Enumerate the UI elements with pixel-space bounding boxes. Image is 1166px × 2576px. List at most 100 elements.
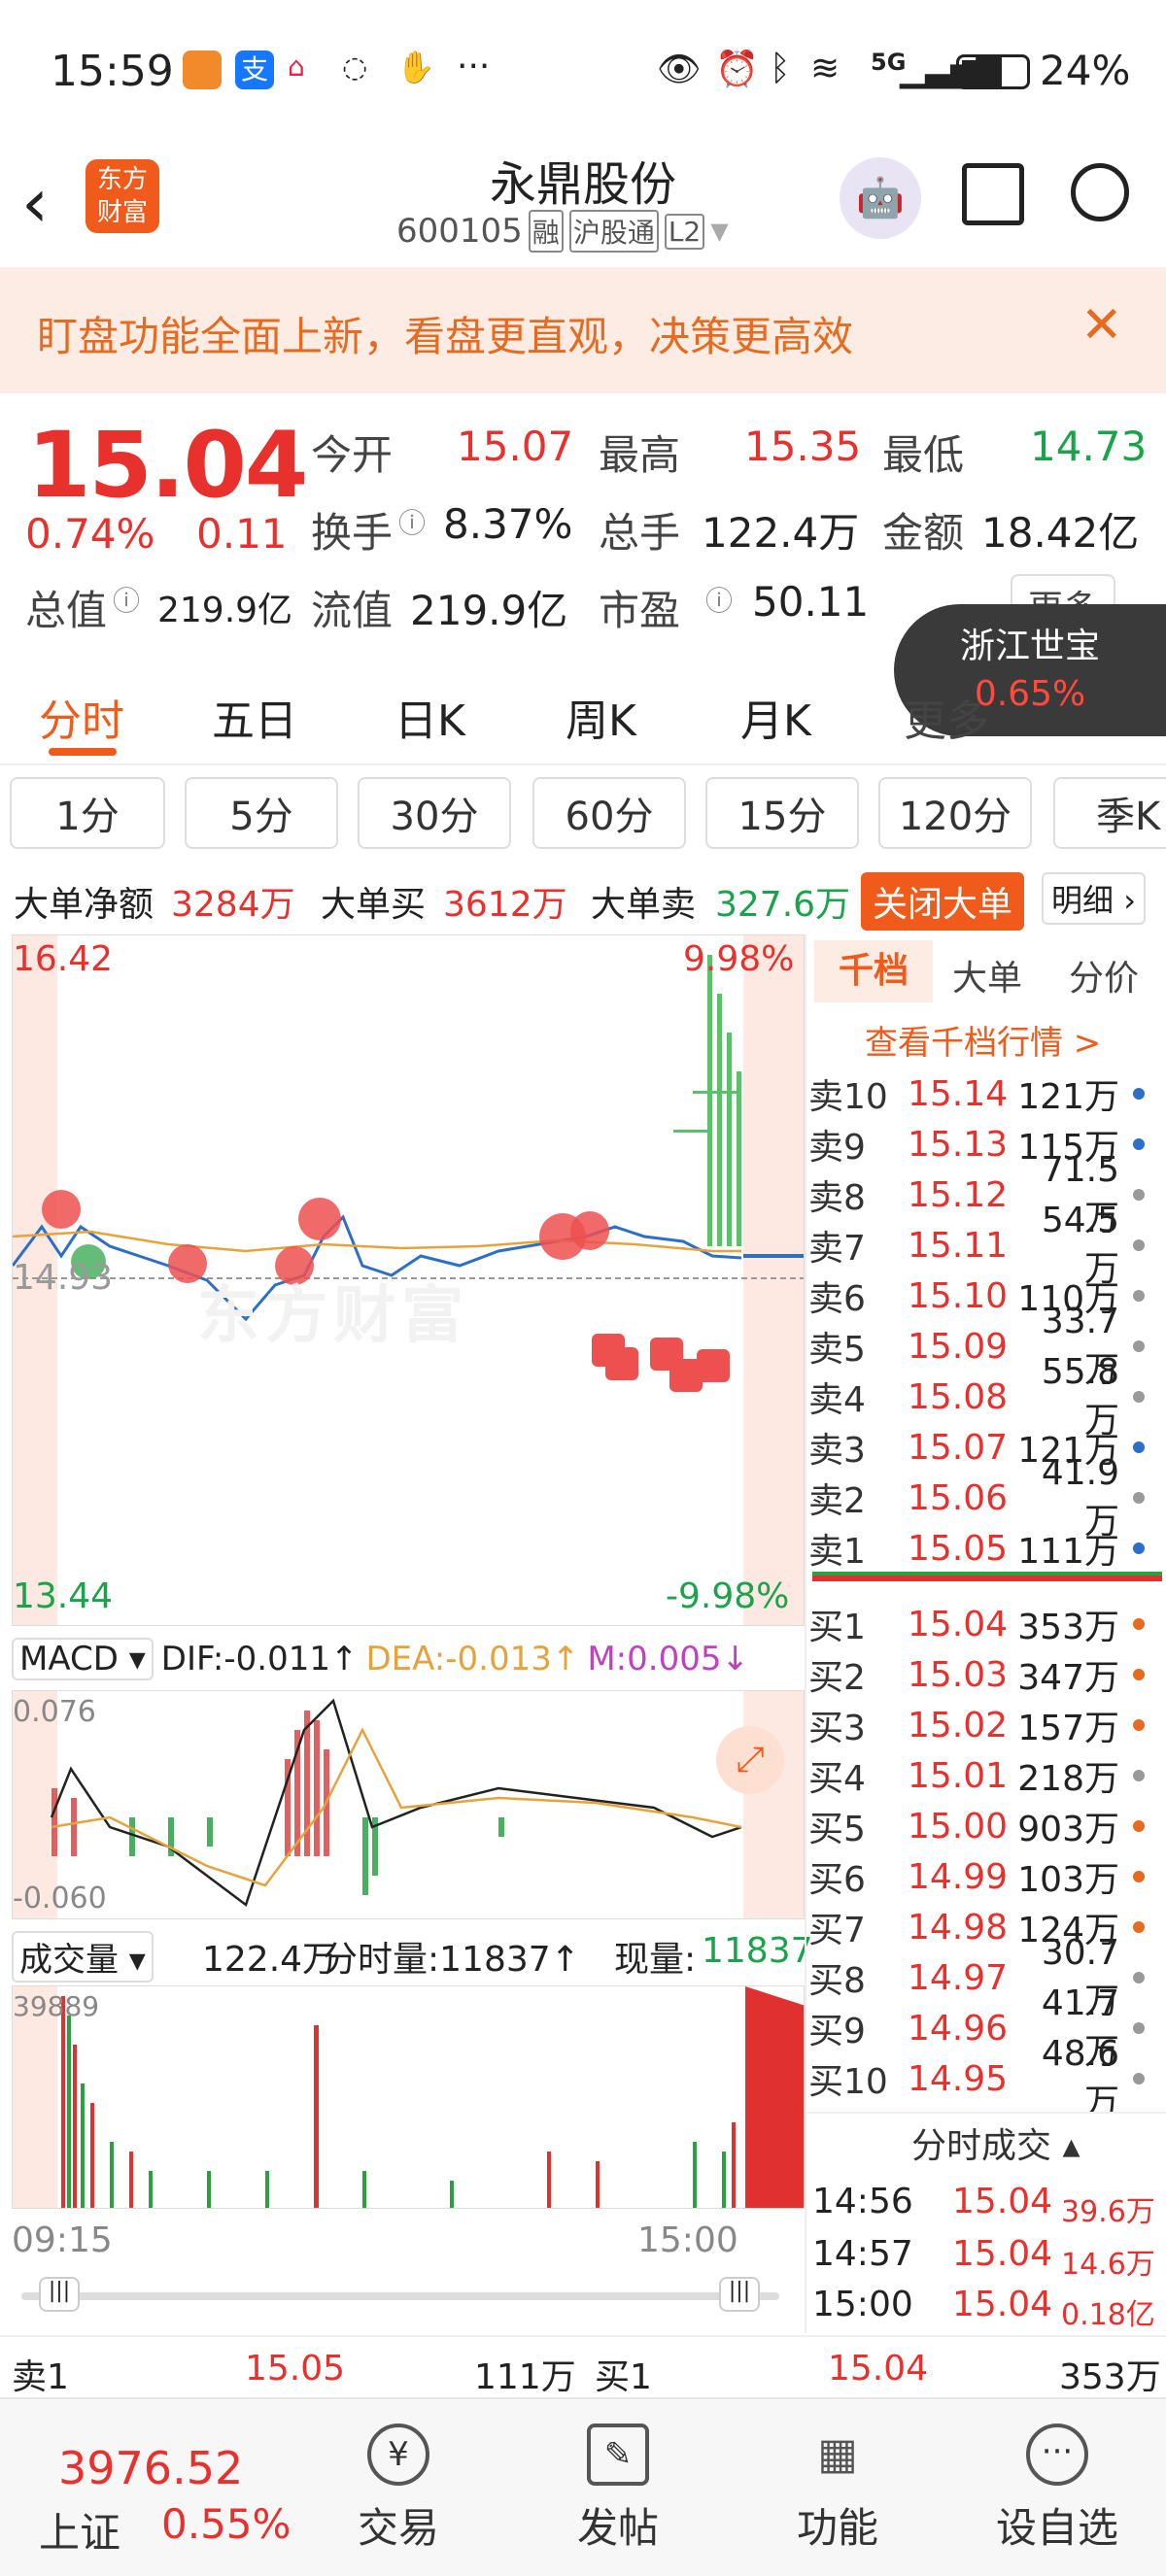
status-dot-icon — [1133, 1340, 1145, 1352]
ask-row[interactable]: 卖10 15.14 121万 — [808, 1068, 1166, 1119]
stat-value-volume: 122.4万 — [702, 509, 860, 557]
stat-label-open: 今开 — [311, 431, 394, 479]
ask-level: 卖7 — [808, 1229, 866, 1269]
status-dot-icon — [1133, 1391, 1145, 1403]
status-dot-icon — [1133, 1492, 1145, 1504]
bid-row[interactable]: 买4 15.01 218万 — [808, 1750, 1166, 1801]
bid-level: 买7 — [808, 1911, 866, 1950]
toggle-big-order-button[interactable]: 关闭大单 — [861, 872, 1025, 931]
tab-monthly-k[interactable]: 月K — [740, 686, 811, 748]
ask-row[interactable]: 卖7 15.11 54.5万 — [808, 1201, 1166, 1289]
tab-intraday[interactable]: 分时 — [39, 686, 124, 748]
detail-button[interactable]: 明细 › — [1042, 872, 1146, 925]
info-icon[interactable]: ⓘ — [705, 580, 733, 619]
tick-price: 15.04 — [952, 2182, 1053, 2221]
range-slider-track[interactable] — [21, 2292, 779, 2300]
period-15min[interactable]: 15分 — [705, 777, 859, 849]
bid-row[interactable]: 买6 14.99 103万 — [808, 1851, 1166, 1902]
bid-level: 买8 — [808, 1961, 866, 2001]
chat-icon: ◌ — [342, 51, 368, 85]
bid-volume: 353万 — [1017, 1608, 1119, 1647]
info-icon[interactable]: ⓘ — [398, 502, 426, 541]
ask-row[interactable]: 卖1 15.05 111万 — [808, 1523, 1166, 1574]
status-dot-icon — [1133, 1239, 1145, 1251]
ask-price: 15.14 — [907, 1073, 1008, 1114]
close-icon[interactable]: ✕ — [1080, 296, 1123, 355]
tab-big-orders[interactable]: 大单 — [952, 950, 1022, 1000]
status-dot-icon — [1133, 1290, 1145, 1302]
index-widget[interactable]: 3976.52 上证 0.55% — [19, 2423, 311, 2559]
intraday-chart[interactable]: 16.42 9.98% 14.93 东方财富 13.44 -9.98% — [12, 934, 805, 1626]
tab-more[interactable]: 更多 — [904, 686, 989, 748]
volume-selector[interactable]: 成交量 ▾ — [12, 1931, 154, 1983]
nav-trade[interactable]: ¥ 交易 — [321, 2399, 476, 2576]
tab-five-day[interactable]: 五日 — [212, 686, 297, 748]
ask-row[interactable]: 卖2 15.06 41.9万 — [808, 1453, 1166, 1542]
ask-row[interactable]: 卖4 15.08 55.8万 — [808, 1352, 1166, 1441]
bid-volume: 347万 — [1017, 1658, 1119, 1698]
bid-row[interactable]: 买2 15.03 347万 — [808, 1649, 1166, 1700]
range-slider-right-handle[interactable]: ||| — [719, 2277, 760, 2312]
tab-daily-k[interactable]: 日K — [394, 686, 465, 748]
ticks-title[interactable]: 分时成交 ▴ — [911, 2118, 1080, 2168]
status-dot-icon — [1133, 1770, 1145, 1781]
expand-icon[interactable]: ⤢ — [716, 1726, 784, 1794]
period-60min[interactable]: 60分 — [532, 777, 686, 849]
volume-header: 成交量 ▾ 122.4万 分时量:11837↑ 现量: 11837 — [12, 1927, 813, 1983]
period-5min[interactable]: 5分 — [185, 777, 338, 849]
bottom-quote-strip: 卖1 15.05 111万 买1 15.04 353万 — [0, 2335, 1166, 2397]
macd-selector[interactable]: MACD ▾ — [12, 1638, 154, 1680]
pct-low: -9.98% — [666, 1576, 790, 1616]
bid-row[interactable]: 买1 15.04 353万 — [808, 1599, 1166, 1649]
ticks-panel: 分时成交 ▴ 14:56 15.04 39.6万 14:57 15.04 14.… — [806, 2112, 1166, 2335]
status-dot-icon — [1133, 2073, 1145, 2085]
period-120min[interactable]: 120分 — [878, 777, 1032, 849]
tab-qiandang[interactable]: 千档 — [814, 940, 933, 1002]
home-app-icon: ⌂ — [288, 51, 305, 83]
bid-row[interactable]: 买3 15.02 157万 — [808, 1700, 1166, 1750]
share-icon[interactable] — [962, 163, 1024, 225]
stat-value-amount: 18.42亿 — [981, 509, 1140, 557]
sell-value: 327.6万 — [715, 885, 851, 925]
status-bar: 15:59 支 ⌂ ◌ ✋ ··· 👁 ⏰ ᛒ ≋ 5G ▁▃▅▇ 24% — [0, 0, 1166, 146]
bid-row[interactable]: 买5 15.00 903万 — [808, 1801, 1166, 1851]
status-dot-icon — [1133, 1972, 1145, 1983]
promo-banner[interactable]: 盯盘功能全面上新，看盘更直观，决策更高效 ✕ — [0, 267, 1166, 393]
ask-level: 卖4 — [808, 1380, 866, 1420]
change-amount: 0.11 — [196, 510, 288, 558]
stat-label-float-cap: 流值 — [311, 587, 394, 634]
volume-chart[interactable]: 39889 — [12, 1985, 805, 2209]
ask-level: 卖9 — [808, 1128, 866, 1168]
period-1min[interactable]: 1分 — [10, 777, 165, 849]
status-dot-icon — [1133, 1921, 1145, 1933]
info-icon[interactable]: ⓘ — [113, 580, 140, 619]
robot-assistant-icon[interactable]: 🤖 — [840, 157, 921, 239]
ask-level: 卖5 — [808, 1330, 866, 1370]
status-dot-icon — [1133, 1441, 1145, 1453]
ask-price: 15.12 — [907, 1174, 1008, 1215]
view-qiandang-link[interactable]: 查看千档行情 > — [865, 1016, 1101, 1064]
stat-label-amount: 金额 — [882, 509, 965, 557]
macd-top: 0.076 — [13, 1695, 96, 1729]
bid-row[interactable]: 买10 14.95 48.6万 — [808, 2034, 1166, 2122]
period-30min[interactable]: 30分 — [358, 777, 511, 849]
tab-weekly-k[interactable]: 周K — [566, 686, 636, 748]
status-dot-icon — [1133, 1088, 1145, 1100]
ticks-title-text: 分时成交 — [911, 2126, 1052, 2166]
bid-level: 买6 — [808, 1860, 866, 1900]
search-icon[interactable] — [1071, 163, 1129, 221]
tab-price-dist[interactable]: 分价 — [1069, 950, 1139, 1000]
ask-level: 卖1 — [808, 1532, 866, 1572]
nav-functions[interactable]: ▦ 功能 — [760, 2399, 915, 2576]
range-slider-left-handle[interactable]: ||| — [39, 2277, 80, 2312]
detail-label: 明细 — [1051, 882, 1115, 919]
macd-chart[interactable]: 0.076 -0.060 ⤢ — [12, 1690, 805, 1919]
dropdown-arrow-icon[interactable]: ▼ — [710, 218, 728, 245]
tick-volume: 0.18亿 — [1061, 2298, 1155, 2332]
app-notification-icon — [183, 51, 222, 89]
bid-price: 15.04 — [907, 1604, 1008, 1644]
nav-post[interactable]: ✎ 发帖 — [540, 2399, 696, 2576]
bid-volume: 903万 — [1017, 1810, 1119, 1849]
period-quarter-k[interactable]: 季K — [1053, 777, 1166, 849]
nav-add-watchlist[interactable]: ··· 设自选 — [979, 2399, 1135, 2576]
